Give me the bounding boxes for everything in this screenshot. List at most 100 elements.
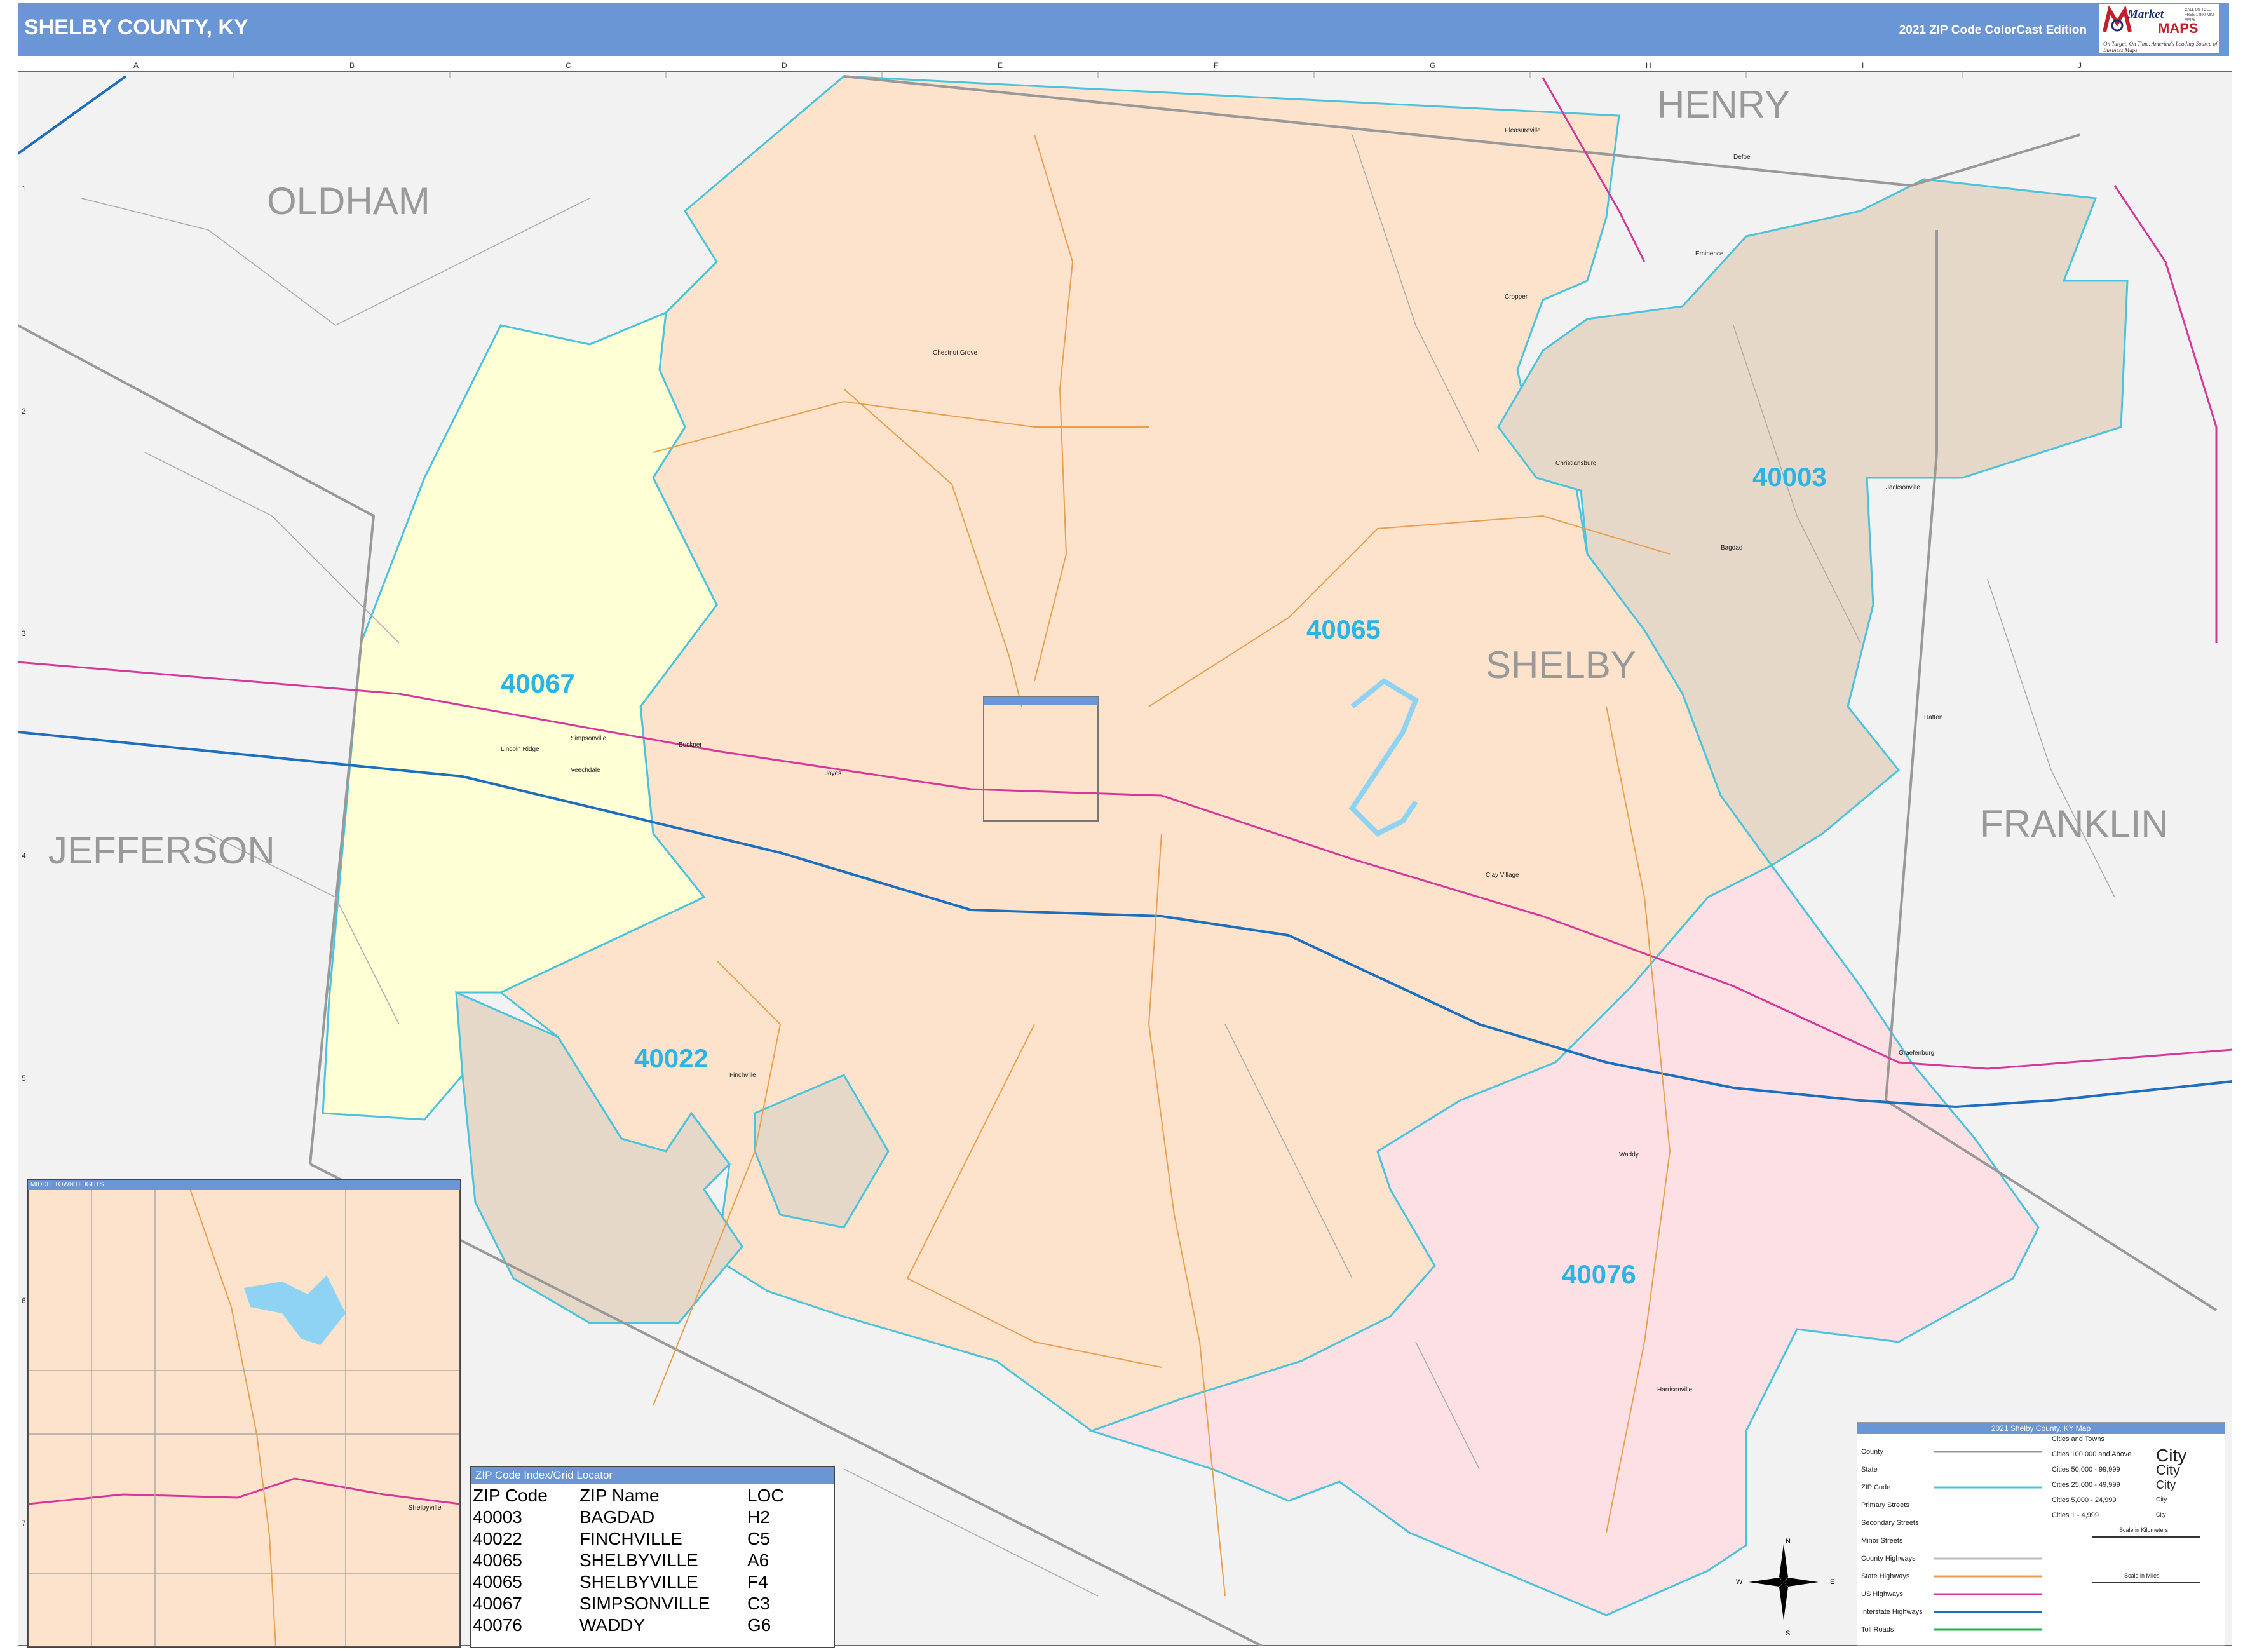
compass-rose-icon (1749, 1544, 1819, 1620)
grid-col-e: E (998, 61, 1003, 70)
inset-us-highway (28, 1477, 460, 1505)
legend-city-25k: Cities 25,000 - 49,999 (2052, 1481, 2120, 1489)
grid-col-a: A (133, 61, 139, 70)
index-row: 40067 SIMPSONVILLE C3 (473, 1593, 784, 1615)
place-joyes: Joyes (825, 770, 842, 777)
place-finchville: Finchville (729, 1072, 756, 1079)
index-name: SHELBYVILLE (579, 1550, 698, 1570)
place-chestnut-grove: Chestnut Grove (933, 349, 978, 356)
legend-city-1: Cities 1 - 4,999 (2052, 1512, 2099, 1519)
legend-cities-header: Cities and Towns (2052, 1435, 2104, 1443)
index-name: BAGDAD (579, 1507, 655, 1527)
index-row: 40065 SHELBYVILLE A6 (473, 1550, 784, 1571)
place-jacksonville: Jacksonville (1886, 484, 1920, 491)
index-header-zip: ZIP Code (473, 1486, 548, 1505)
index-header-name: ZIP Name (579, 1486, 660, 1505)
grid-col-j: J (2078, 61, 2082, 70)
place-eminence: Eminence (1695, 250, 1724, 257)
compass-n: N (1786, 1538, 1791, 1545)
county-label-shelby: SHELBY (1486, 644, 1636, 686)
county-label-franklin: FRANKLIN (1980, 802, 2169, 845)
county-label-oldham: OLDHAM (267, 180, 430, 222)
legend-city-sample-2: City (2156, 1462, 2180, 1478)
legend-city-100k: Cities 100,000 and Above (2052, 1451, 2132, 1458)
zip-label-40067: 40067 (501, 668, 575, 698)
inset-map-graphic (28, 1180, 460, 1647)
index-title: ZIP Code Index/Grid Locator (471, 1467, 834, 1484)
place-harrisonville: Harrisonville (1657, 1386, 1693, 1393)
grid-row-4: 4 (22, 851, 26, 860)
index-name: SHELBYVILLE (579, 1572, 698, 1592)
grid-row-3: 3 (22, 629, 26, 638)
index-row: 40022 FINCHVILLE C5 (473, 1528, 784, 1550)
logo-tagline: On Target, On Time. America's Leading So… (2103, 41, 2218, 53)
place-pleasureville: Pleasureville (1505, 127, 1541, 134)
grid-row-5: 5 (22, 1074, 26, 1083)
place-hatton: Hatton (1924, 714, 1943, 721)
index-name: WADDY (579, 1615, 646, 1635)
place-clay-village: Clay Village (1486, 872, 1519, 879)
index-loc: C3 (747, 1594, 770, 1613)
legend-city-5k: Cities 5,000 - 24,999 (2052, 1496, 2117, 1504)
index-row: 40003 BAGDAD H2 (473, 1506, 784, 1528)
place-bagdad: Bagdad (1721, 545, 1743, 552)
legend-city-sample-4: City (2156, 1496, 2167, 1503)
inset-title: MIDDLETOWN HEIGHTS (28, 1180, 460, 1190)
county-label-jefferson: JEFFERSON (48, 829, 275, 872)
index-zip: 40065 (473, 1550, 522, 1570)
inset-streets (28, 1180, 460, 1647)
logo-brand-top: Market (2127, 8, 2164, 21)
place-graefenburg: Graefenburg (1899, 1050, 1935, 1057)
market-maps-logo: Market MAPS On Target, On Time. America'… (2099, 4, 2219, 53)
inset-place-shelbyville: Shelbyville (408, 1504, 442, 1512)
place-buckner: Buckner (679, 741, 702, 748)
grid-col-g: G (1430, 61, 1436, 70)
place-simpsonville: Simpsonville (571, 735, 607, 742)
inset-map: MIDDLETOWN HEIGHTS Shelbyville (27, 1179, 461, 1648)
inset-state-highway (186, 1180, 276, 1647)
zip-label-40003: 40003 (1752, 462, 1827, 492)
index-zip: 40067 (473, 1594, 522, 1613)
index-loc: G6 (747, 1615, 771, 1635)
grid-row-7: 7 (22, 1519, 26, 1527)
index-zip: 40076 (473, 1615, 522, 1635)
index-header-loc: LOC (747, 1486, 784, 1505)
county-label-henry: HENRY (1657, 83, 1790, 126)
map-legend: 2021 Shelby County, KY Map County State … (1857, 1422, 2225, 1646)
grid-col-h: H (1646, 61, 1651, 70)
compass-e: E (1830, 1578, 1835, 1586)
grid-row-1: 1 (22, 184, 26, 193)
place-cropper: Cropper (1505, 294, 1528, 301)
header-bar: SHELBY COUNTY, KY 2021 ZIP Code ColorCas… (18, 3, 2229, 56)
legend-scale-mi: Scale in Miles (2124, 1573, 2160, 1579)
grid-row-2: 2 (22, 407, 26, 416)
edition-label: 2021 ZIP Code ColorCast Edition (1899, 24, 2087, 37)
grid-row-6: 6 (22, 1296, 26, 1305)
grid-col-f: F (1214, 61, 1219, 70)
index-zip: 40065 (473, 1572, 522, 1592)
index-name: SIMPSONVILLE (579, 1594, 710, 1613)
grid-col-d: D (782, 61, 787, 70)
index-loc: A6 (747, 1550, 769, 1570)
grid-col-b: B (349, 61, 355, 70)
place-lincoln-ridge: Lincoln Ridge (501, 746, 539, 753)
index-loc: F4 (747, 1572, 768, 1592)
place-veechdale: Veechdale (571, 767, 600, 774)
index-row: 40065 SHELBYVILLE F4 (473, 1571, 784, 1593)
index-header-row: ZIP Code ZIP Name LOC (473, 1485, 784, 1506)
zip-label-40022: 40022 (634, 1043, 708, 1073)
index-grid: ZIP Code ZIP Name LOC 40003 BAGDAD H2 4002… (473, 1485, 784, 1636)
place-christiansburg: Christiansburg (1555, 460, 1597, 467)
index-name: FINCHVILLE (579, 1529, 682, 1548)
place-defoe: Defoe (1733, 154, 1751, 161)
legend-city-sample-3: City (2156, 1479, 2176, 1491)
index-zip: 40003 (473, 1507, 522, 1527)
inset-lake (244, 1275, 346, 1345)
logo-contact: CALL US TOLL FREE 1-800-MKT-MAPS (2185, 8, 2216, 22)
compass-w: W (1736, 1578, 1743, 1586)
grid-col-c: C (566, 61, 571, 70)
compass-s: S (1786, 1630, 1791, 1637)
legend-scale-km: Scale in Kilometers (2119, 1527, 2169, 1533)
legend-city-sample-5: City (2156, 1512, 2166, 1518)
legend-city-50k: Cities 50,000 - 99,999 (2052, 1466, 2120, 1473)
